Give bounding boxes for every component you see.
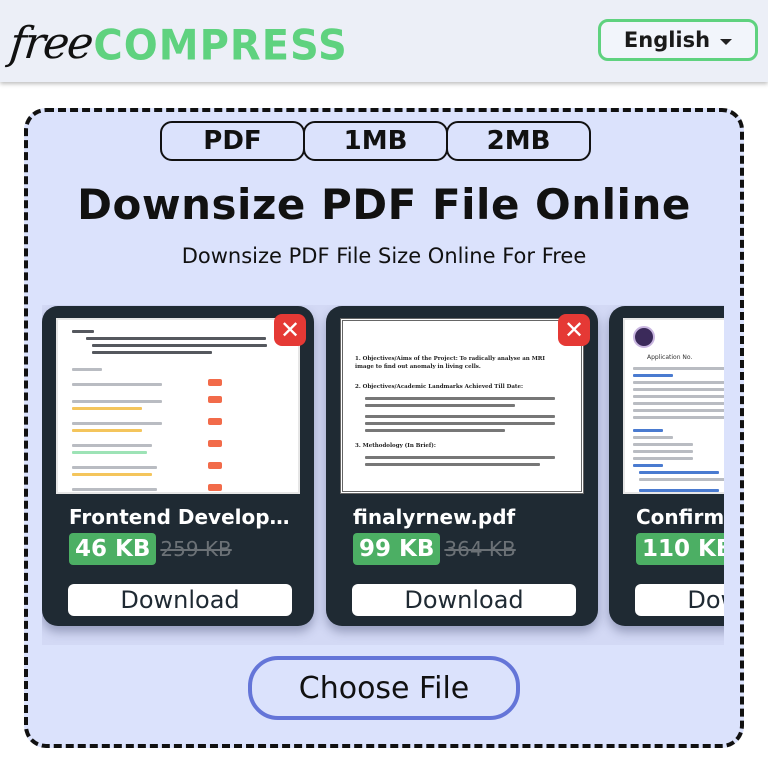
file-cards-scroller[interactable]: ✕ Frontend Developer ... 46 KB 259 KB Do… xyxy=(42,305,724,645)
logo-compress-text: COMPRESS xyxy=(93,21,348,71)
preview-item-2: 2. Objectives/Academic Landmarks Achieve… xyxy=(355,384,523,390)
close-icon: ✕ xyxy=(563,316,585,344)
close-icon: ✕ xyxy=(279,316,301,344)
download-button[interactable]: Download xyxy=(352,584,576,616)
file-name: finalyrnew.pdf xyxy=(353,505,516,529)
caret-down-icon xyxy=(720,38,733,45)
format-tags: PDF 1MB 2MB xyxy=(160,121,591,161)
file-card: 1. Objectives/Aims of the Project: To ra… xyxy=(326,306,598,626)
language-label: English xyxy=(623,28,711,52)
file-preview: Application No. xyxy=(623,318,724,494)
compressed-size-badge: 46 KB xyxy=(69,533,157,565)
tag-pdf[interactable]: PDF xyxy=(160,121,305,161)
download-button[interactable]: Download xyxy=(68,584,292,616)
remove-file-button[interactable]: ✕ xyxy=(274,314,306,346)
seal-icon xyxy=(633,326,655,348)
file-card: ✕ Frontend Developer ... 46 KB 259 KB Do… xyxy=(42,306,314,626)
file-preview: 1. Objectives/Aims of the Project: To ra… xyxy=(340,318,584,494)
preview-heading: Application No. xyxy=(647,354,693,361)
compressed-size-badge: 99 KB xyxy=(353,533,441,565)
logo-free-text: free xyxy=(7,18,95,69)
file-name: Confirma xyxy=(636,505,724,529)
header: free COMPRESS English xyxy=(0,0,768,82)
original-size: 364 KB xyxy=(444,537,516,561)
page-title: Downsize PDF File Online xyxy=(77,180,691,229)
remove-file-button[interactable]: ✕ xyxy=(558,314,590,346)
compressed-size-badge: 110 KB xyxy=(636,533,724,565)
choose-file-button[interactable]: Choose File xyxy=(248,656,520,720)
download-button[interactable]: Download xyxy=(635,584,724,616)
file-name: Frontend Developer ... xyxy=(69,505,299,529)
file-sizes: 46 KB 259 KB xyxy=(69,533,232,565)
tag-1mb[interactable]: 1MB xyxy=(303,121,448,161)
file-sizes: 99 KB 364 KB xyxy=(353,533,516,565)
preview-item-1: 1. Objectives/Aims of the Project: To ra… xyxy=(355,356,545,370)
preview-item-3: 3. Methodology (In Brief): xyxy=(355,443,436,449)
language-select[interactable]: English xyxy=(598,19,758,61)
file-sizes: 110 KB xyxy=(636,533,724,565)
original-size: 259 KB xyxy=(160,537,232,561)
tag-2mb[interactable]: 2MB xyxy=(446,121,591,161)
file-card: Application No. ✕ Confirma 110 KB Downlo… xyxy=(609,306,724,626)
logo[interactable]: free COMPRESS xyxy=(7,6,348,72)
file-preview xyxy=(56,318,300,494)
page-subtitle: Downsize PDF File Size Online For Free xyxy=(181,244,587,268)
